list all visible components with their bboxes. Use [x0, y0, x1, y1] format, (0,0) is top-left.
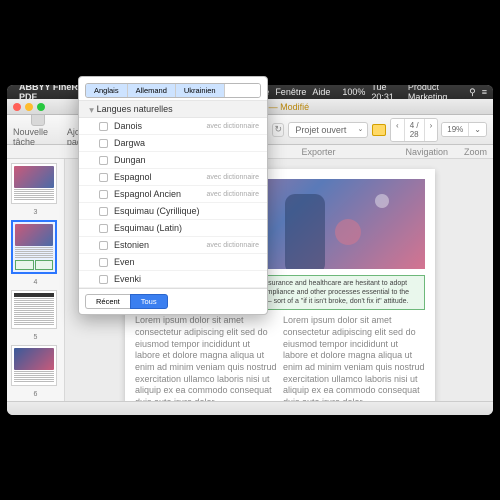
language-name: Even: [114, 257, 259, 267]
language-option[interactable]: Esquimau (Latin): [79, 220, 267, 237]
checkbox[interactable]: [99, 139, 108, 148]
language-name: Dungan: [114, 155, 259, 165]
language-option[interactable]: Espagnol Ancienavec dictionnaire: [79, 186, 267, 203]
thumbnail-5[interactable]: [11, 290, 57, 329]
checkbox[interactable]: [99, 241, 108, 250]
zoom-value[interactable]: 19%: [442, 123, 469, 136]
language-name: Espagnol: [114, 172, 206, 182]
checkbox[interactable]: [99, 173, 108, 182]
language-option[interactable]: Danoisavec dictionnaire: [79, 118, 267, 135]
menu-extra-icon[interactable]: ≡: [482, 87, 487, 97]
new-task-button[interactable]: Nouvelle tâche: [13, 112, 63, 147]
window-footer: [7, 401, 493, 415]
page-counter: 4 / 28: [405, 119, 425, 141]
language-option[interactable]: Espagnolavec dictionnaire: [79, 169, 267, 186]
zoom-label: Zoom: [464, 147, 487, 157]
filter-all-tab[interactable]: Tous: [130, 294, 168, 309]
page-navigator[interactable]: ‹ 4 / 28 ›: [390, 118, 438, 142]
checkbox[interactable]: [99, 156, 108, 165]
dictionary-hint: avec dictionnaire: [206, 123, 259, 130]
exporter-label: Exporter: [301, 147, 335, 157]
dictionary-hint: avec dictionnaire: [206, 191, 259, 198]
segment-anglais[interactable]: Anglais: [86, 85, 128, 97]
language-option[interactable]: Estonienavec dictionnaire: [79, 237, 267, 254]
checkbox[interactable]: [99, 122, 108, 131]
filter-recent-tab[interactable]: Récent: [85, 294, 130, 309]
export-button[interactable]: [372, 124, 386, 136]
language-option[interactable]: Evenki: [79, 271, 267, 288]
thumbnail-4[interactable]: [11, 220, 57, 274]
menu-window[interactable]: Fenêtre: [275, 87, 306, 97]
checkbox[interactable]: [99, 258, 108, 267]
checkbox[interactable]: [99, 275, 108, 284]
language-option[interactable]: Esquimau (Cyrillique): [79, 203, 267, 220]
minimize-window-button[interactable]: [25, 103, 33, 111]
checkbox[interactable]: [99, 224, 108, 233]
window-modified-label: — Modifié: [269, 102, 310, 112]
menu-help[interactable]: Aide: [312, 87, 330, 97]
language-name: Esquimau (Latin): [114, 223, 259, 233]
dictionary-hint: avec dictionnaire: [206, 174, 259, 181]
thumbnail-3[interactable]: [11, 163, 57, 204]
disclosure-triangle-icon: ▶: [88, 108, 95, 113]
project-selector[interactable]: Projet ouvert: [288, 122, 368, 138]
zoom-window-button[interactable]: [37, 103, 45, 111]
prev-page-button[interactable]: ‹: [391, 119, 405, 141]
segment-allemand[interactable]: Allemand: [128, 85, 176, 97]
language-name: Espagnol Ancien: [114, 189, 206, 199]
search-icon[interactable]: ⚲: [469, 87, 476, 98]
language-option[interactable]: Dargwa: [79, 135, 267, 152]
close-window-button[interactable]: [13, 103, 21, 111]
language-dropdown-panel: Anglais Allemand Ukrainien ▶Langues natu…: [78, 85, 268, 315]
languages-group-header[interactable]: ▶Langues naturelles: [79, 100, 267, 118]
language-name: Estonien: [114, 240, 206, 250]
language-name: Danois: [114, 121, 206, 131]
chevron-down-icon[interactable]: ⌄: [469, 123, 486, 136]
language-name: Evenki: [114, 274, 259, 284]
segment-ukrainien[interactable]: Ukrainien: [176, 85, 225, 97]
checkbox[interactable]: [99, 207, 108, 216]
selected-languages-segment[interactable]: Anglais Allemand Ukrainien: [85, 85, 261, 98]
language-name: Dargwa: [114, 138, 259, 148]
thumbnail-panel[interactable]: 3 4 5 6: [7, 159, 65, 401]
text-column-left[interactable]: Lorem ipsum dolor sit amet consectetur a…: [135, 315, 277, 401]
recognize-button[interactable]: ↻: [272, 123, 284, 137]
battery-percent: 100%: [342, 87, 365, 97]
language-option[interactable]: Dungan: [79, 152, 267, 169]
segment-empty[interactable]: [225, 85, 260, 97]
navigation-label: Navigation: [405, 147, 448, 157]
dictionary-hint: avec dictionnaire: [206, 242, 259, 249]
text-column-right[interactable]: Lorem ipsum dolor sit amet consectetur a…: [283, 315, 425, 401]
language-option[interactable]: Even: [79, 254, 267, 271]
next-page-button[interactable]: ›: [425, 119, 438, 141]
checkbox[interactable]: [99, 190, 108, 199]
language-name: Esquimau (Cyrillique): [114, 206, 259, 216]
thumbnail-6[interactable]: [11, 345, 57, 386]
